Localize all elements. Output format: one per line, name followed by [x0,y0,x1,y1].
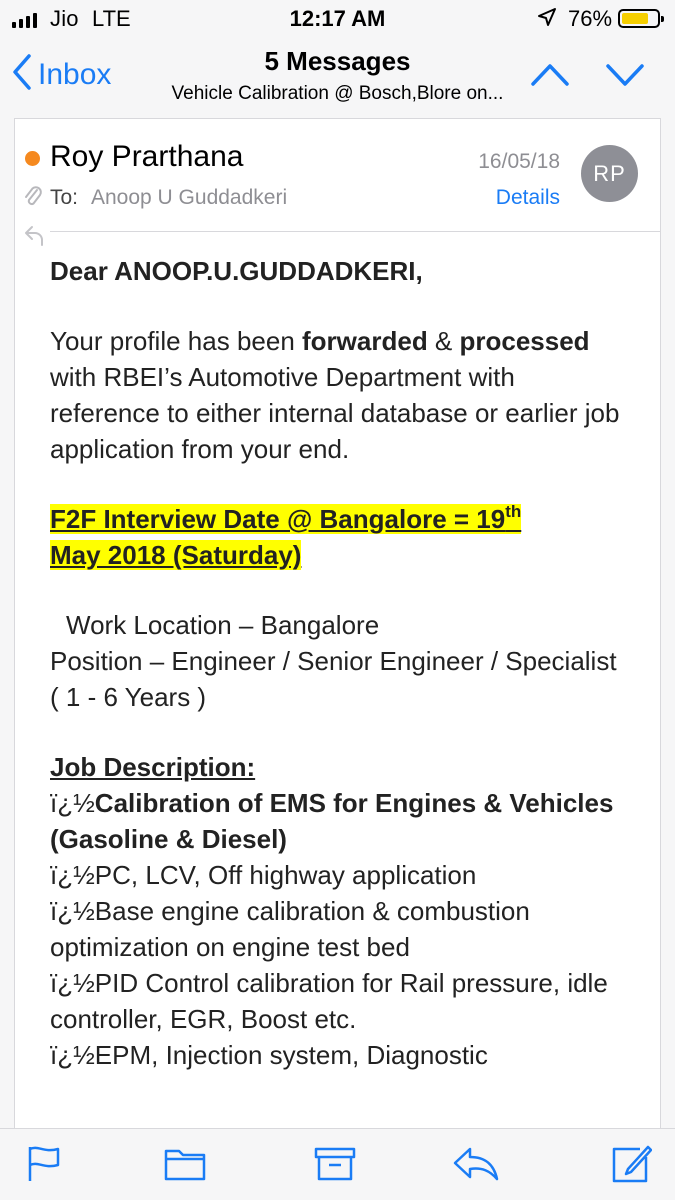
reply-button[interactable] [452,1143,500,1188]
sender-name[interactable]: Roy Prarthana [50,140,243,174]
bullet-prefix: ï¿½ [50,1040,95,1070]
flag-icon [26,1146,62,1187]
archive-icon [314,1147,356,1187]
interview-date-text: F2F Interview Date @ Bangalore = 19 [50,504,506,534]
replied-arrow-icon [23,223,45,252]
paperclip-icon [23,184,43,213]
job-description-item: ï¿½EPM, Injection system, Diagnostic [50,1037,630,1073]
bullet-prefix: ï¿½ [50,860,95,890]
job-description-item: ï¿½Calibration of EMS for Engines & Vehi… [50,785,630,857]
chevron-up-icon [530,64,570,92]
job-description-item: ï¿½PC, LCV, Off highway application [50,857,630,893]
job-description-item: ï¿½Base engine calibration & combustion … [50,893,630,965]
location-arrow-icon [537,7,557,32]
flag-button[interactable] [26,1143,62,1188]
intro-bold-1: forwarded [302,326,428,356]
job-description-text: Base engine calibration & combustion opt… [50,896,530,962]
status-bar: Jio LTE 12:17 AM 76% [0,0,675,36]
recipient-name[interactable]: Anoop U Guddadkeri [91,186,287,210]
back-to-inbox-button[interactable]: Inbox [12,54,111,95]
to-label: To: [50,186,79,209]
move-to-folder-button[interactable] [164,1143,206,1188]
message-body: Dear ANOOP.U.GUDDADKERI, Your profile ha… [50,253,630,1073]
compose-button[interactable] [610,1143,653,1190]
intro-bold-2: processed [459,326,590,356]
work-location: Work Location – Bangalore [66,610,380,640]
message-card: Roy Prarthana 16/05/18 RP To: Anoop U Gu… [14,118,661,1128]
bullet-prefix: ï¿½ [50,788,95,818]
intro-text-2: & [427,326,460,356]
header-divider [50,231,660,232]
back-label: Inbox [38,57,112,91]
battery-icon [618,9,664,28]
bottom-toolbar [0,1128,675,1200]
job-description-text: EPM, Injection system, Diagnostic [94,1040,488,1070]
details-link[interactable]: Details [496,186,560,210]
navigation-bar: Inbox 5 Messages Vehicle Calibration @ B… [0,36,675,116]
interview-date: F2F Interview Date @ Bangalore = 19th May… [50,501,630,573]
next-message-button[interactable] [605,62,645,93]
job-description-list: ï¿½Calibration of EMS for Engines & Vehi… [50,785,630,1073]
thread-subject: Vehicle Calibration @ Bosch,Blore on... [171,83,504,104]
avatar[interactable]: RP [581,145,638,202]
message-date: 16/05/18 [478,150,560,173]
thread-title: 5 Messages Vehicle Calibration @ Bosch,B… [140,46,535,105]
intro-text-3: with RBEI’s Automotive Department with r… [50,362,620,464]
job-description-heading: Job Description: [50,752,256,782]
job-description-text: Calibration of EMS for Engines & Vehicle… [50,788,614,854]
folder-icon [164,1149,206,1187]
position: Position – Engineer / Senior Engineer / … [50,646,617,712]
job-description-text: PID Control calibration for Rail pressur… [50,968,608,1034]
job-description-text: PC, LCV, Off highway application [94,860,477,890]
interview-date-suffix: th [505,502,522,521]
reply-icon [452,1147,500,1187]
bullet-prefix: ï¿½ [50,896,95,926]
compose-icon [610,1145,653,1189]
unread-dot-icon [25,151,40,166]
intro-text-1: Your profile has been [50,326,303,356]
greeting: Dear ANOOP.U.GUDDADKERI, [50,256,423,286]
previous-message-button[interactable] [530,62,570,93]
battery-percentage: 76% [568,6,613,31]
interview-date-day: May 2018 (Saturday) [50,540,302,570]
chevron-left-icon [12,54,32,95]
job-description-item: ï¿½PID Control calibration for Rail pres… [50,965,630,1037]
message-count: 5 Messages [264,46,411,76]
intro-paragraph: Your profile has been forwarded & proces… [50,323,630,467]
archive-button[interactable] [314,1143,356,1188]
chevron-down-icon [605,64,645,92]
bullet-prefix: ï¿½ [50,968,95,998]
